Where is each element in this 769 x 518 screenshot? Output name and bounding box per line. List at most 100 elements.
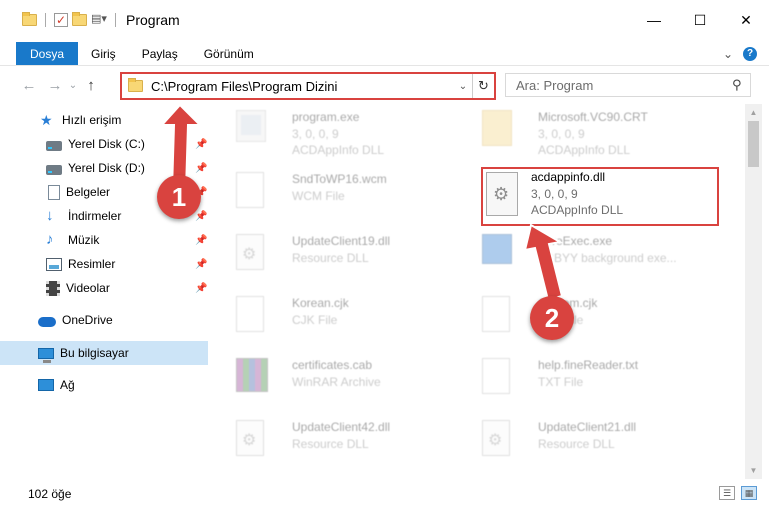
new-folder-icon[interactable] [72, 12, 87, 26]
tab-view[interactable]: Görünüm [191, 42, 267, 65]
maximize-button[interactable]: ☐ [677, 0, 723, 40]
pin-icon[interactable]: 📌 [195, 283, 207, 294]
sidebar-item-quick-access[interactable]: ★ Hızlı erişim [0, 108, 210, 132]
address-dropdown-icon[interactable]: ⌄ [454, 81, 472, 92]
tab-file[interactable]: Dosya [16, 42, 79, 65]
file-detail: WCM File [292, 189, 345, 203]
file-detail: Resource DLL [292, 437, 369, 451]
sidebar-item-music[interactable]: ♪ Müzik 📌 [0, 228, 210, 252]
dll-icon [236, 420, 264, 456]
file-item[interactable]: ForeExec.exe ABBYY background exe... [458, 228, 698, 280]
computer-icon [38, 347, 54, 363]
sidebar-item-label: Bu bilgisayar [60, 346, 129, 360]
address-bar[interactable]: C:\Program Files\Program Dizini ⌄ ↻ [120, 72, 496, 100]
pictures-icon [46, 257, 62, 271]
tab-share[interactable]: Paylaş [129, 42, 191, 65]
address-path[interactable]: C:\Program Files\Program Dizini [151, 79, 454, 94]
pin-icon[interactable]: 📌 [195, 139, 207, 150]
sidebar-item-this-pc[interactable]: Bu bilgisayar [0, 341, 208, 365]
vertical-scrollbar[interactable]: ▲ ▼ [745, 104, 762, 479]
scroll-up-icon[interactable]: ▲ [745, 104, 762, 121]
window-title: Program [126, 12, 180, 28]
sidebar-item-videos[interactable]: Videolar 📌 [0, 276, 210, 300]
file-icon [236, 172, 264, 208]
divider [115, 13, 116, 27]
file-item[interactable]: UpdateClient21.dll Resource DLL [458, 414, 698, 466]
pin-icon[interactable]: 📌 [195, 259, 207, 270]
highlighted-file-name[interactable]: acdappinfo.dll [531, 170, 605, 184]
highlighted-file-description: ACDAppInfo DLL [531, 203, 624, 217]
file-item[interactable]: program.exe 3, 0, 0, 9 ACDAppInfo DLL [212, 104, 452, 157]
file-item[interactable]: help.fineReader.txt TXT File [458, 352, 698, 404]
search-box[interactable]: Ara: Program ⚲ [505, 73, 751, 97]
file-item[interactable]: SndToWP16.wcm WCM File [212, 166, 452, 218]
up-button[interactable]: ↑ [80, 74, 102, 96]
file-name: help.fineReader.txt [538, 358, 639, 372]
file-item[interactable]: certificates.cab WinRAR Archive [212, 352, 452, 404]
onedrive-icon [38, 316, 56, 327]
scroll-thumb[interactable] [748, 121, 759, 167]
sidebar-item-label: Yerel Disk (C:) [68, 137, 145, 151]
pin-icon[interactable]: 📌 [195, 211, 207, 222]
sidebar-item-onedrive[interactable]: OneDrive [0, 308, 210, 332]
minimize-button[interactable]: — [631, 0, 677, 40]
back-button[interactable]: ← [18, 74, 40, 96]
customize-toolbar-icon[interactable]: ▤▾ [91, 12, 107, 28]
file-detail: ACDAppInfo DLL [292, 143, 385, 157]
videos-icon [46, 280, 60, 296]
recent-locations-button[interactable]: ⌄ [66, 74, 80, 96]
search-input[interactable]: Ara: Program [516, 78, 732, 93]
file-item[interactable]: Custom.cjk CJK File [458, 290, 698, 342]
expand-ribbon-icon[interactable]: ⌄ [723, 47, 733, 61]
step-1-badge: 1 [157, 175, 201, 219]
help-icon[interactable]: ? [743, 46, 757, 61]
folder-icon [128, 78, 143, 92]
file-name: ForeExec.exe [538, 234, 613, 248]
status-bar: 102 öğe ☰ ▦ [0, 483, 769, 505]
file-item[interactable]: Microsoft.VC90.CRT 3, 0, 0, 9 ACDAppInfo… [458, 104, 698, 157]
music-icon: ♪ [46, 231, 54, 248]
sidebar-item-label: Belgeler [66, 185, 111, 199]
file-icon [482, 358, 510, 394]
file-icon [482, 296, 510, 332]
properties-icon[interactable]: ✓ [54, 13, 68, 27]
file-item[interactable]: UpdateClient19.dll Resource DLL [212, 228, 452, 280]
file-list: program.exe 3, 0, 0, 9 ACDAppInfo DLL Mi… [212, 104, 744, 479]
navigation-pane: ★ Hızlı erişim Yerel Disk (C:) 📌 Yerel D… [0, 106, 210, 480]
dll-icon[interactable] [486, 172, 518, 216]
file-detail: Resource DLL [538, 437, 615, 451]
file-detail: TXT File [538, 375, 584, 389]
sidebar-item-disk-c[interactable]: Yerel Disk (C:) 📌 [0, 132, 210, 156]
file-name: UpdateClient42.dll [292, 420, 391, 434]
close-button[interactable]: ✕ [723, 0, 769, 40]
file-icon [236, 296, 264, 332]
divider [45, 13, 46, 27]
window-controls: — ☐ ✕ [631, 0, 769, 40]
sidebar-item-label: Hızlı erişim [62, 113, 122, 127]
large-icons-view-icon[interactable]: ▦ [741, 486, 757, 500]
file-item[interactable]: UpdateClient42.dll Resource DLL [212, 414, 452, 466]
file-name: SndToWP16.wcm [292, 172, 387, 186]
sidebar-item-label: Yerel Disk (D:) [68, 161, 145, 175]
file-name: Microsoft.VC90.CRT [538, 110, 648, 124]
sidebar-item-label: OneDrive [62, 313, 113, 327]
pin-icon[interactable]: 📌 [195, 163, 207, 174]
file-item[interactable]: Korean.cjk CJK File [212, 290, 452, 342]
app-icon [482, 234, 512, 264]
forward-button[interactable]: → [44, 74, 66, 96]
scroll-down-icon[interactable]: ▼ [745, 462, 762, 479]
file-name: certificates.cab [292, 358, 373, 372]
refresh-button[interactable]: ↻ [472, 74, 494, 98]
sidebar-item-pictures[interactable]: Resimler 📌 [0, 252, 210, 276]
step-2-badge: 2 [530, 296, 574, 340]
sidebar-item-network[interactable]: Ağ [0, 373, 210, 397]
file-detail: CJK File [292, 313, 338, 327]
sidebar-item-label: Ağ [60, 378, 75, 392]
search-icon[interactable]: ⚲ [732, 77, 750, 93]
exe-icon [236, 110, 266, 142]
details-view-icon[interactable]: ☰ [719, 486, 735, 500]
file-detail: 3, 0, 0, 9 [538, 127, 585, 141]
pin-icon[interactable]: 📌 [195, 235, 207, 246]
quick-access-toolbar: ✓ ▤▾ [22, 12, 120, 28]
tab-home[interactable]: Giriş [78, 42, 129, 65]
